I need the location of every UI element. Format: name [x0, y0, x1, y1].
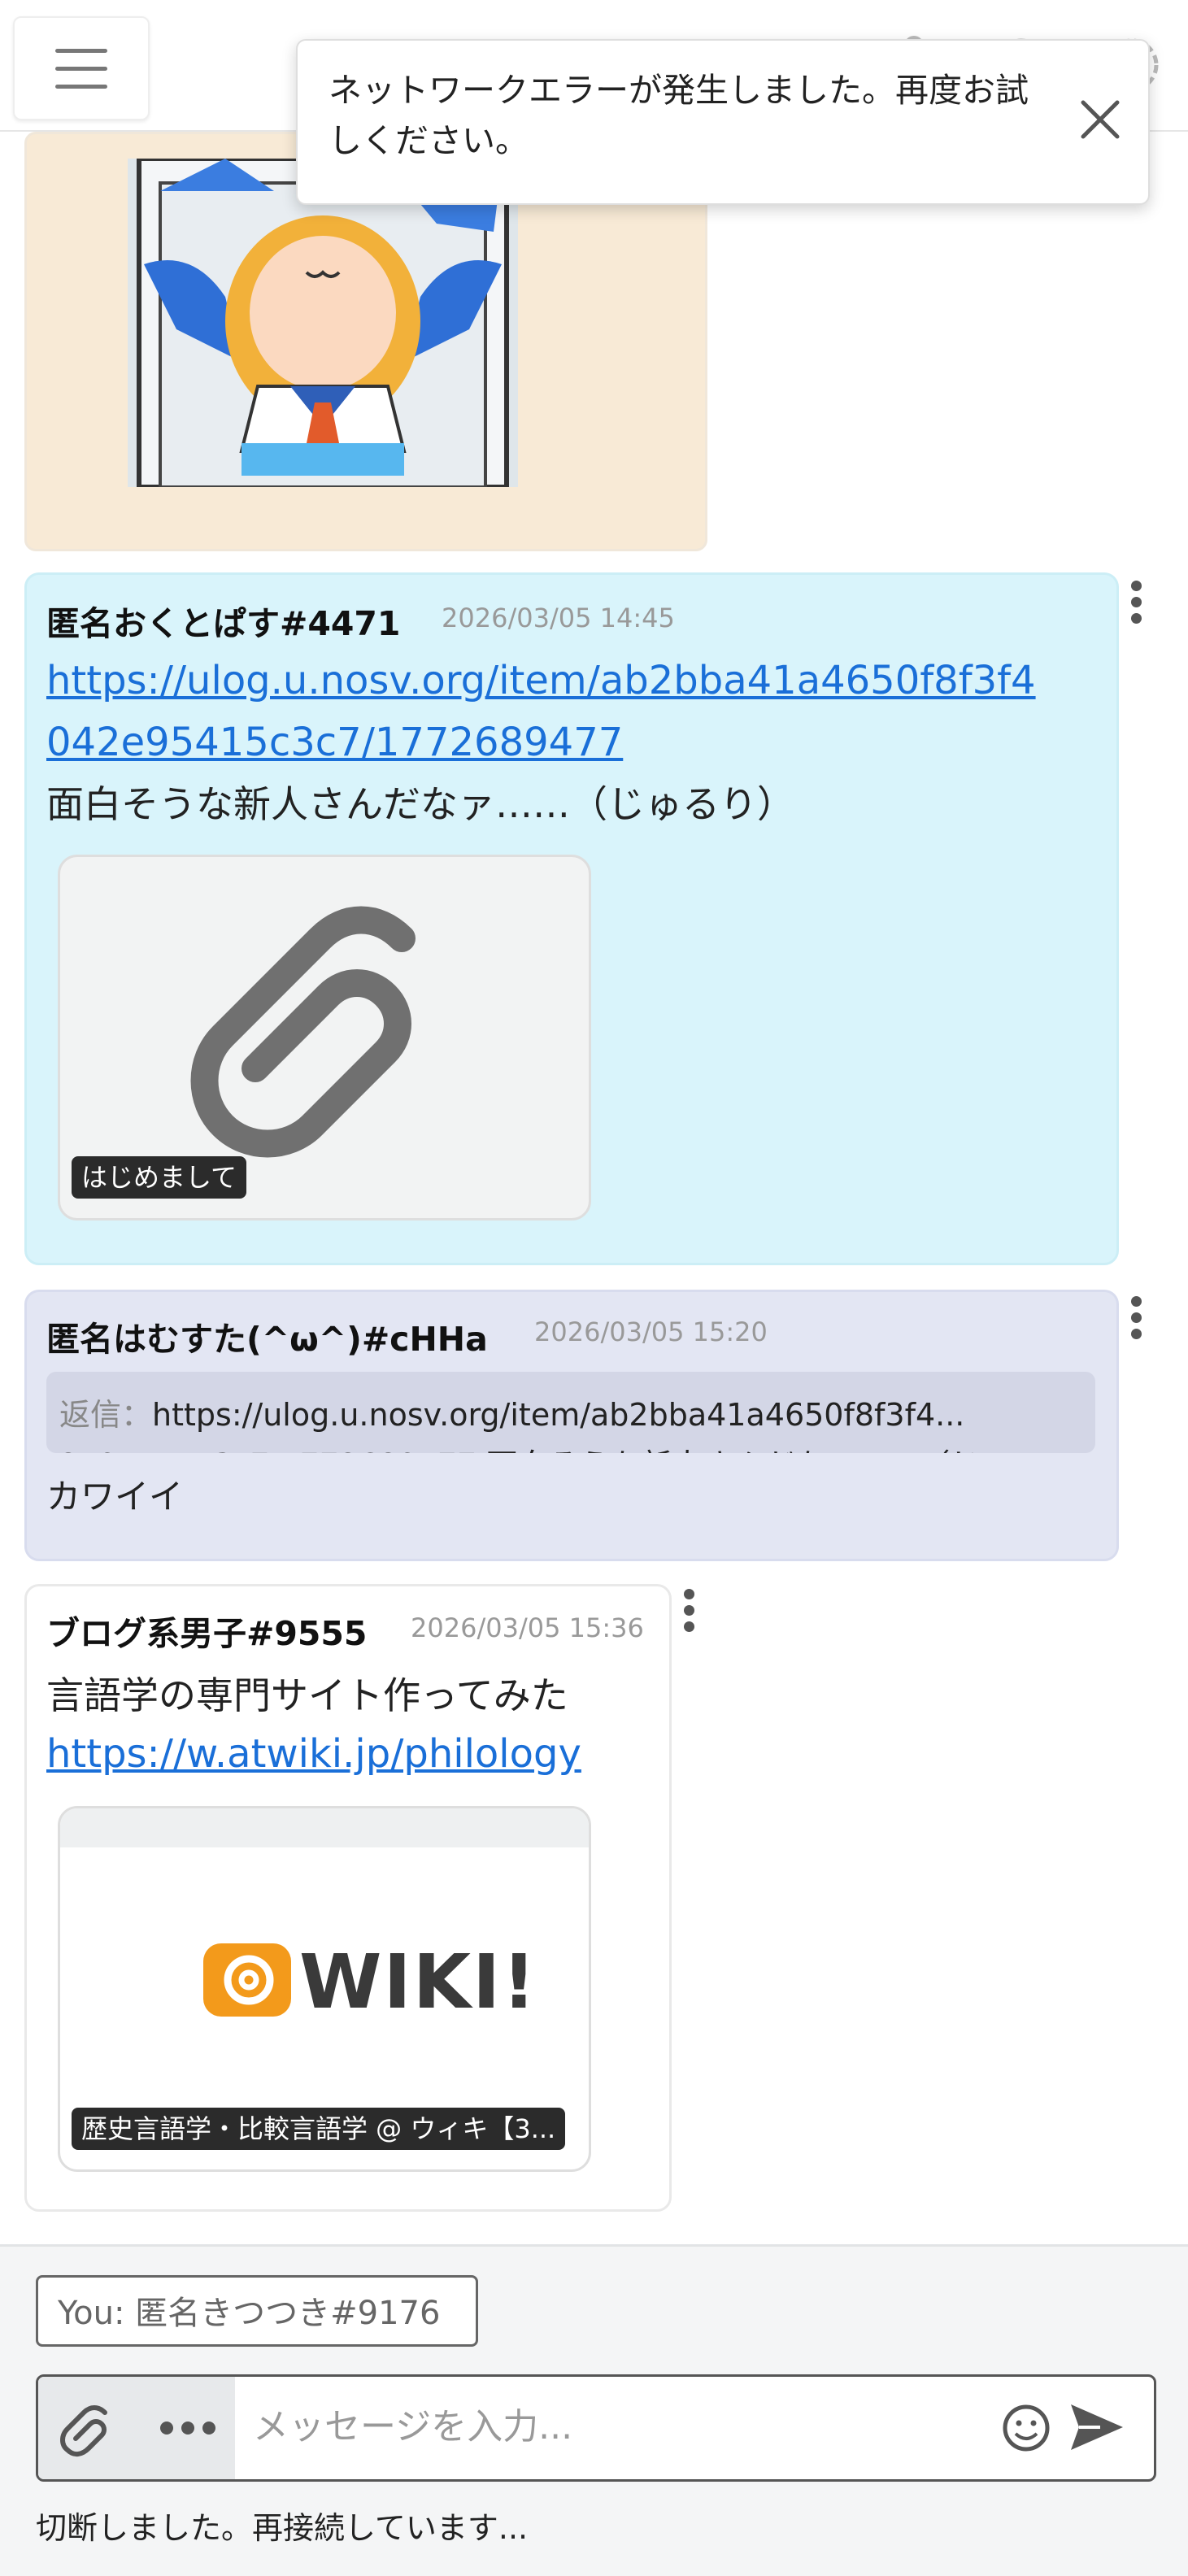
message-menu-button[interactable]: [1129, 579, 1145, 628]
message-time: 2026/03/05 14:45: [442, 603, 675, 633]
message-card: 匿名おくとぱす#4471 2026/03/05 14:45 https://ul…: [24, 572, 1119, 1265]
message-link[interactable]: https://ulog.u.nosv.org/item/ab2bba41a46…: [46, 650, 1036, 773]
preview-header: [60, 1808, 589, 1847]
paperclip-icon: [190, 906, 416, 1158]
composer-tools: [38, 2377, 235, 2479]
reply-quote[interactable]: 返信：https://ulog.u.nosv.org/item/ab2bba41…: [46, 1372, 1095, 1453]
reply-text: https://ulog.u.nosv.org/item/ab2bba41a46…: [152, 1397, 965, 1433]
message-card: ブログ系男子#9555 2026/03/05 15:36 言語学の専門サイト作っ…: [24, 1584, 672, 2212]
more-icon[interactable]: [155, 2416, 220, 2440]
reply-label: 返信：: [59, 1397, 153, 1433]
emoji-icon[interactable]: [998, 2400, 1055, 2456]
composer: [36, 2374, 1156, 2482]
message-time: 2026/03/05 15:36: [411, 1612, 644, 1643]
message-menu-button[interactable]: [681, 1587, 698, 1636]
link-preview[interactable]: WIKI! 歴史言語学・比較言語学 @ ウィキ【3...: [58, 1806, 591, 2172]
message-card: 匿名はむすた(^ω^)#cHHa 2026/03/05 15:20 返信：htt…: [24, 1290, 1119, 1561]
error-toast: ネットワークエラーが発生しました。再度お試しください。: [296, 39, 1150, 205]
reply-text-overflow: 2e95415c3c7/1772689477 面白そうな新人さんだなァ……（じ: [59, 1440, 981, 1453]
message-time: 2026/03/05 15:20: [534, 1316, 768, 1347]
paperclip-icon[interactable]: [58, 2400, 116, 2458]
connection-status: 切断しました。再接続しています...: [36, 2510, 529, 2546]
message-input[interactable]: [251, 2393, 986, 2460]
send-icon[interactable]: [1068, 2401, 1126, 2453]
identity-tag[interactable]: You: 匿名きつつき#9176: [36, 2275, 478, 2347]
preview-caption: 歴史言語学・比較言語学 @ ウィキ【3...: [72, 2108, 566, 2150]
preview-caption: はじめまして: [72, 1156, 247, 1199]
atwiki-logo-icon: [203, 1943, 291, 2017]
message-text: 面白そうな新人さんだなァ……（じゅるり）: [46, 782, 794, 826]
message-link[interactable]: https://w.atwiki.jp/philology: [46, 1723, 581, 1785]
message-text: カワイイ: [46, 1477, 184, 1516]
toast-message: ネットワークエラーが発生しました。再度お試しください。: [329, 71, 1029, 160]
link-preview[interactable]: はじめまして: [58, 855, 591, 1221]
message-text: 言語学の専門サイト作ってみた: [46, 1673, 568, 1717]
message-author: ブログ系男子#9555: [46, 1614, 368, 1653]
message-menu-button[interactable]: [1129, 1295, 1145, 1343]
menu-button[interactable]: [13, 16, 150, 120]
message-author: 匿名おくとぱす#4471: [46, 604, 401, 643]
message-author: 匿名はむすた(^ω^)#cHHa: [46, 1320, 488, 1359]
close-icon[interactable]: [1072, 91, 1129, 148]
preview-logo-text: WIKI!: [299, 1939, 538, 2026]
sticker-image: [128, 159, 518, 487]
